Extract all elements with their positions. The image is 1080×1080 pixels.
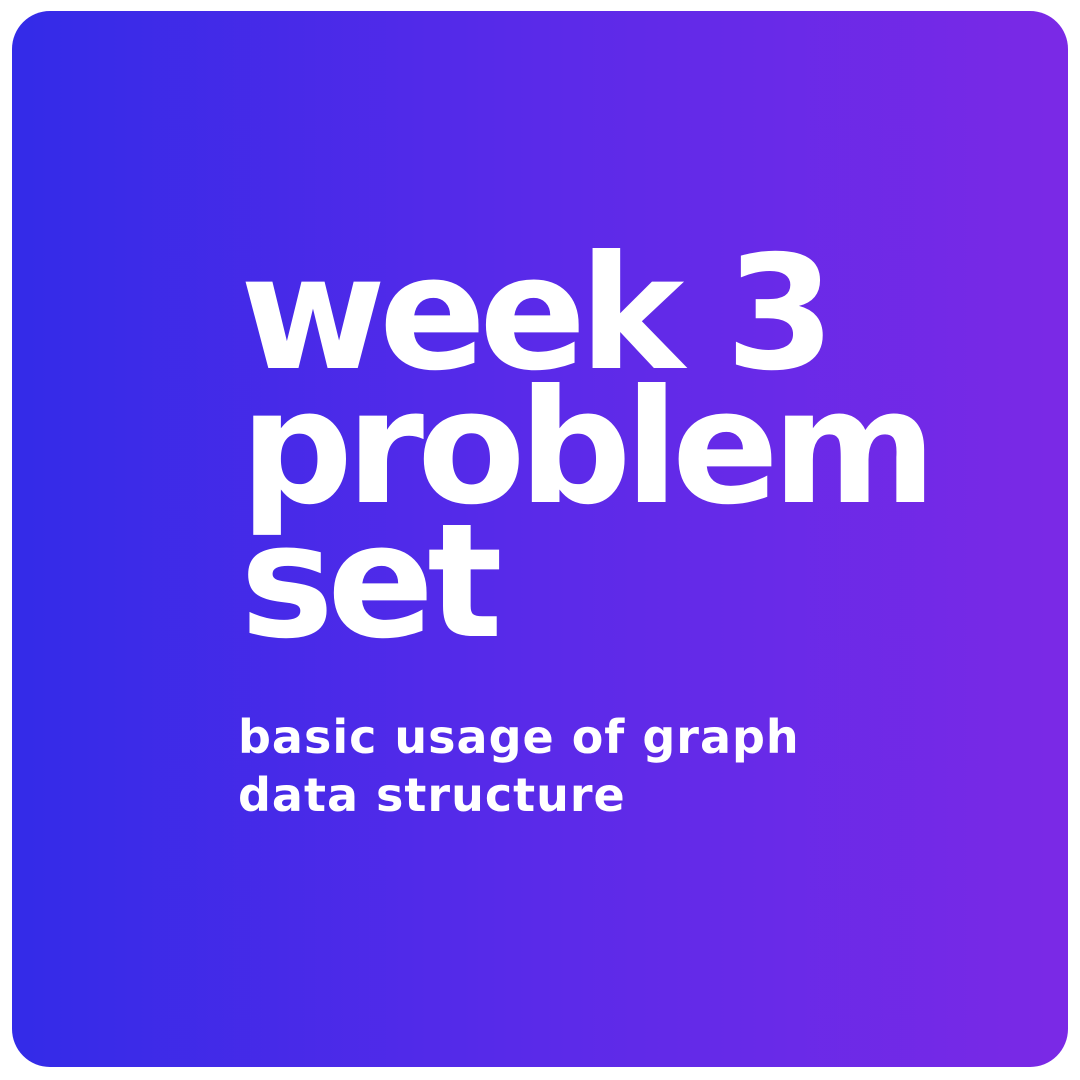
subtitle-line-2: data structure (238, 768, 626, 822)
subtitle: basic usage of graph data structure (238, 708, 800, 824)
subtitle-line-1: basic usage of graph (238, 710, 800, 764)
title: week 3 problem set (240, 235, 937, 661)
cover-card: week 3 problem set basic usage of graph … (12, 11, 1068, 1067)
